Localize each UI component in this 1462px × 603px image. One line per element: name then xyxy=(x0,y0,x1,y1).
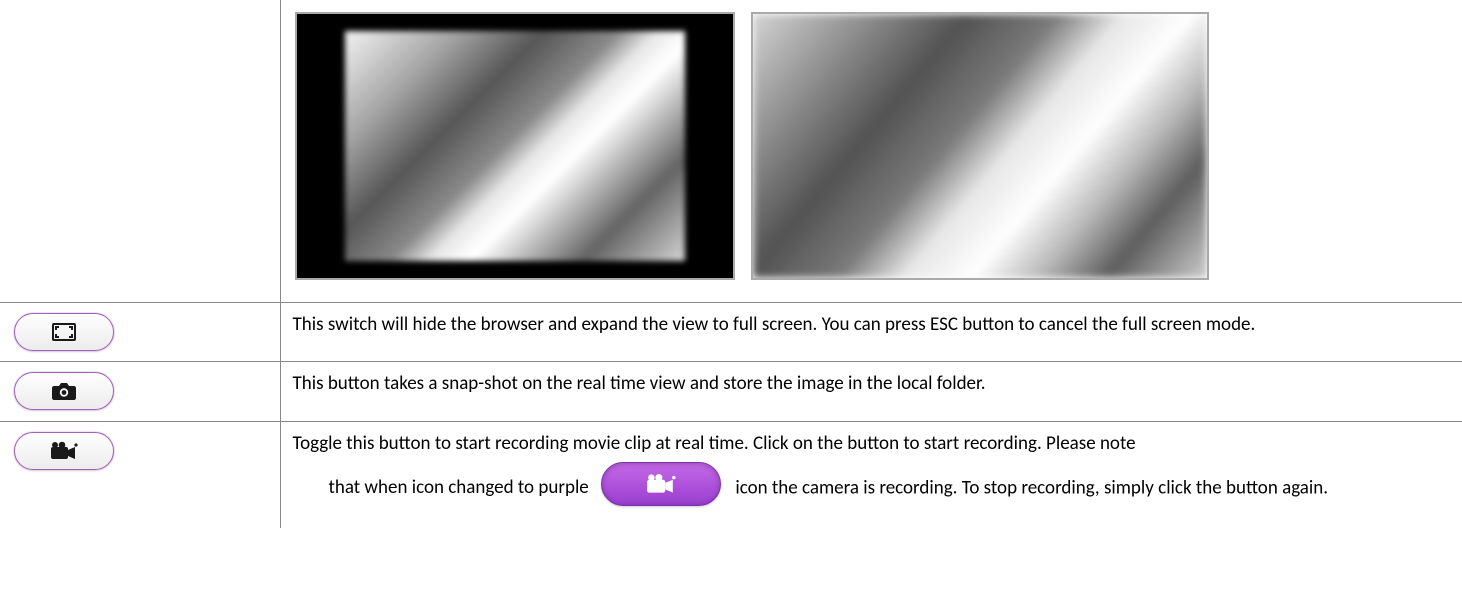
record-description-cell: Toggle this button to start recording mo… xyxy=(280,421,1462,528)
snapshot-button[interactable] xyxy=(14,372,114,410)
video-camera-recording-icon xyxy=(646,473,676,495)
record-button[interactable] xyxy=(14,432,114,470)
snapshot-description: This button takes a snap-shot on the rea… xyxy=(293,372,986,395)
screenshot-image-placeholder xyxy=(753,14,1207,278)
fullscreen-icon-cell xyxy=(0,303,280,362)
fullscreen-icon xyxy=(52,323,76,341)
camera-icon xyxy=(51,381,77,401)
screenshot-fullscreen-view xyxy=(751,12,1209,280)
record-button-active[interactable] xyxy=(601,462,721,506)
record-desc-after-inline: icon the camera is recording. To stop re… xyxy=(735,476,1328,499)
fullscreen-button[interactable] xyxy=(14,313,114,351)
snapshot-description-cell: This button takes a snap-shot on the rea… xyxy=(280,362,1462,422)
record-active-inline xyxy=(601,462,721,512)
record-icon-cell xyxy=(0,421,280,528)
snapshot-icon-cell xyxy=(0,362,280,422)
screenshot-image-placeholder xyxy=(345,31,685,261)
record-row: Toggle this button to start recording mo… xyxy=(0,421,1462,528)
screenshot-gallery xyxy=(293,8,1449,288)
screenshots-icon-cell xyxy=(0,0,280,303)
fullscreen-row: This switch will hide the browser and ex… xyxy=(0,303,1462,362)
screenshots-cell xyxy=(280,0,1462,303)
screenshot-normal-view xyxy=(295,12,735,280)
fullscreen-description: This switch will hide the browser and ex… xyxy=(293,313,1256,336)
video-camera-icon xyxy=(50,441,78,461)
record-description-rest: that when icon changed to purple icon th… xyxy=(293,464,1449,514)
screenshots-row xyxy=(0,0,1462,303)
fullscreen-description-cell: This switch will hide the browser and ex… xyxy=(280,303,1462,362)
record-description-line1: Toggle this button to start recording mo… xyxy=(293,430,1449,459)
documentation-table: This switch will hide the browser and ex… xyxy=(0,0,1462,528)
snapshot-row: This button takes a snap-shot on the rea… xyxy=(0,362,1462,422)
record-desc-before-inline: that when icon changed to purple xyxy=(293,476,589,499)
